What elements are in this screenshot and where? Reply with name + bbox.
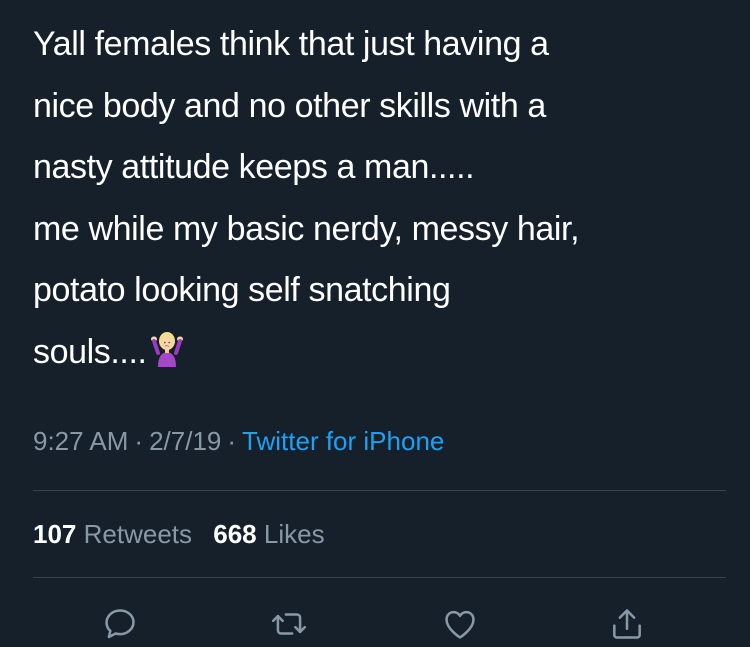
retweet-button[interactable] bbox=[267, 602, 311, 646]
tweet-line-last: souls.... bbox=[33, 322, 733, 384]
share-icon bbox=[613, 609, 641, 639]
tweet-stats: 107 Retweets 668 Likes bbox=[33, 516, 339, 552]
likes-stat[interactable]: 668 Likes bbox=[213, 519, 338, 549]
reply-icon bbox=[105, 609, 135, 639]
share-button[interactable] bbox=[605, 602, 649, 646]
meta-separator: · bbox=[227, 426, 237, 456]
tweet-source-link[interactable]: Twitter for iPhone bbox=[242, 426, 444, 456]
shrug-emoji-icon bbox=[149, 326, 185, 367]
retweets-stat[interactable]: 107 Retweets bbox=[33, 519, 206, 549]
tweet-actions bbox=[0, 602, 750, 647]
likes-label: Likes bbox=[263, 519, 325, 549]
tweet-line: nice body and no other skills with a bbox=[33, 86, 546, 125]
tweet-line: souls.... bbox=[33, 332, 147, 371]
retweet-icon bbox=[271, 613, 307, 635]
divider bbox=[33, 577, 726, 578]
likes-count: 668 bbox=[213, 519, 257, 549]
retweets-label: Retweets bbox=[83, 519, 193, 549]
meta-separator: · bbox=[134, 426, 144, 456]
tweet-line: nasty attitude keeps a man..... bbox=[33, 148, 475, 186]
divider bbox=[33, 490, 726, 491]
like-button[interactable] bbox=[438, 602, 482, 646]
tweet-line: me while my basic nerdy, messy hair, bbox=[33, 209, 580, 248]
tweet-meta: 9:27 AM · 2/7/19 · Twitter for iPhone bbox=[33, 423, 444, 459]
like-icon bbox=[445, 610, 475, 639]
tweet-line: Yall females think that just having a bbox=[33, 25, 549, 63]
tweet-time: 9:27 AM bbox=[33, 426, 129, 456]
tweet-line: potato looking self snatching bbox=[33, 271, 451, 309]
retweets-count: 107 bbox=[33, 519, 77, 549]
reply-button[interactable] bbox=[98, 602, 142, 646]
tweet-date: 2/7/19 bbox=[149, 426, 222, 456]
tweet-text: Yall females think that just having a ni… bbox=[33, 14, 733, 383]
